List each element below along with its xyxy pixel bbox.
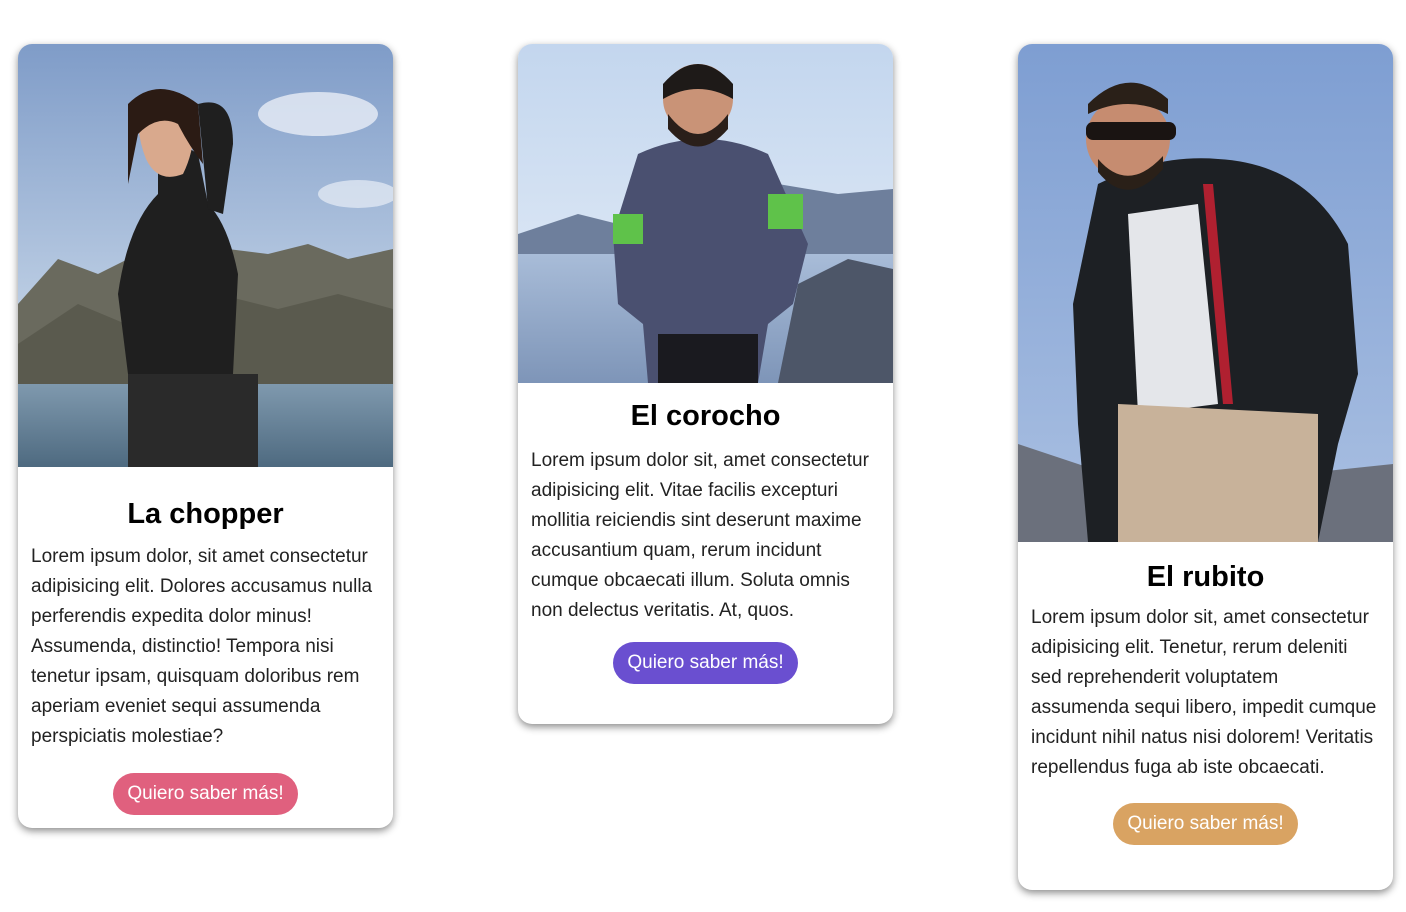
profile-card-el-corocho: El corocho Lorem ipsum dolor sit, amet c… xyxy=(518,44,893,724)
card-description: Lorem ipsum dolor, sit amet consectetur … xyxy=(31,546,373,747)
profile-photo-man-jacket-lake xyxy=(518,44,893,383)
profile-photo-man-sunglasses xyxy=(1018,44,1393,542)
profile-card-la-chopper: La chopper Lorem ipsum dolor, sit amet c… xyxy=(18,44,393,828)
card-title: La chopper xyxy=(127,498,284,530)
learn-more-button[interactable]: Quiero saber más! xyxy=(113,773,298,815)
profile-card-el-rubito: El rubito Lorem ipsum dolor sit, amet co… xyxy=(1018,44,1393,890)
card-title: El corocho xyxy=(630,400,781,432)
learn-more-button[interactable]: Quiero saber más! xyxy=(1113,803,1298,845)
profile-photo-woman-mountains xyxy=(18,44,393,467)
card-description: Lorem ipsum dolor sit, amet consectetur … xyxy=(1031,607,1377,778)
card-title: El rubito xyxy=(1146,561,1265,593)
card-description: Lorem ipsum dolor sit, amet consectetur … xyxy=(531,450,869,621)
learn-more-button[interactable]: Quiero saber más! xyxy=(613,642,798,684)
